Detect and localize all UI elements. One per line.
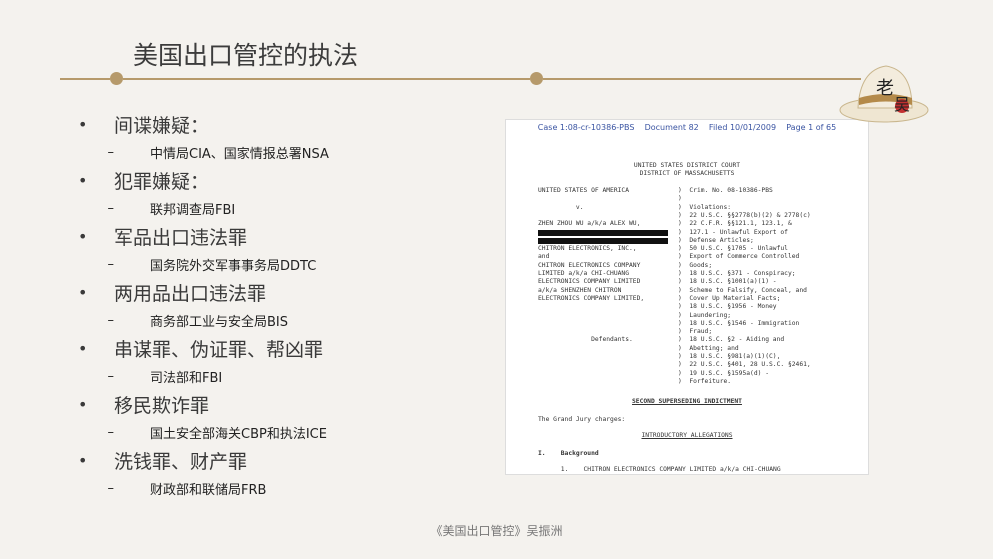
logo-char-wu: 吴 — [894, 95, 910, 114]
caption-right-line: ) 22 U.S.C. §401, 28 U.S.C. §2461, — [678, 361, 811, 369]
title-rule-right — [543, 78, 861, 80]
sub-bullet-text: 财政部和联储局FRB — [150, 482, 267, 498]
bullet-text: 军品出口违法罪 — [114, 226, 248, 249]
caption-left-line: UNITED STATES OF AMERICA — [538, 187, 629, 194]
sub-bullet-item: – 司法部和FBI — [72, 362, 492, 390]
bullet-item: • 间谍嫌疑： — [72, 110, 492, 138]
bullet-list: • 间谍嫌疑： – 中情局CIA、国家情报总署NSA • 犯罪嫌疑： – 联邦调查局FBI • 军… — [72, 110, 492, 502]
sub-bullet-item: – 国务院外交军事事务局DDTC — [72, 250, 492, 278]
sub-bullet-item: – 中情局CIA、国家情报总署NSA — [72, 138, 492, 166]
section-heading: I. Background — [538, 450, 599, 457]
caption-right-line: ) 50 U.S.C. §1705 - Unlawful — [678, 245, 788, 253]
caption-right-line: ) — [678, 195, 682, 203]
bullet-dot-icon: • — [78, 170, 88, 190]
caption-right-line: ) Violations: — [678, 203, 732, 211]
footer-credit: 《美国出口管控》吴振洲 — [430, 524, 563, 538]
caption-left-line: ELECTRONICS COMPANY LIMITED, — [538, 294, 645, 302]
bullet-item: • 犯罪嫌疑： — [72, 166, 492, 194]
caption-left-line: CHITRON ELECTRONICS COMPANY — [538, 261, 641, 269]
caption-left-line: and — [538, 253, 550, 261]
bullet-text: 犯罪嫌疑： — [114, 170, 210, 193]
caption-right-line: ) 22 C.F.R. §§121.1, 123.1, & — [678, 220, 792, 228]
caption-left-line: v. — [538, 203, 584, 211]
bullet-dot-icon: • — [78, 282, 88, 302]
caption-left-line: ELECTRONICS COMPANY LIMITED — [538, 278, 641, 286]
caption-left-line: CHITRON ELECTRONICS, INC., — [538, 245, 637, 253]
grand-jury-line: The Grand Jury charges: — [538, 416, 626, 423]
court-district: DISTRICT OF MASSACHUSETTS — [639, 170, 735, 177]
document-header: Case 1:08-cr-10386-PBS Document 82 Filed… — [537, 123, 837, 132]
indictment-title: SECOND SUPERSEDING INDICTMENT — [632, 398, 742, 405]
sub-bullet-dash-icon: – — [107, 368, 115, 384]
title-rule-mid — [123, 78, 530, 80]
caption-right-line: ) 18 U.S.C. §981(a)(1)(C), — [678, 353, 781, 360]
caption-right-line: ) Export of Commerce Controlled — [678, 253, 800, 261]
caption-right-line: ) 18 U.S.C. §1956 - Money — [678, 303, 777, 311]
bullet-dot-icon: • — [78, 394, 88, 414]
sub-bullet-dash-icon: – — [107, 312, 115, 328]
caption-left-line: a/k/a SHENZHEN CHITRON — [538, 286, 622, 294]
title-rule-left — [60, 78, 110, 80]
caption-left-line: Defendants. — [538, 336, 633, 344]
bullet-text: 移民欺诈罪 — [114, 394, 210, 417]
sub-bullet-text: 国土安全部海关CBP和执法ICE — [150, 426, 327, 442]
bullet-item: • 串谋罪、伪证罪、帮凶罪 — [72, 334, 492, 362]
indictment-document-image: Case 1:08-cr-10386-PBS Document 82 Filed… — [505, 119, 869, 475]
sub-bullet-dash-icon: – — [107, 424, 115, 440]
caption-right-line: ) Laundering; — [678, 311, 732, 319]
caption-right-line: ) 18 U.S.C. §2 - Aiding and — [678, 336, 785, 344]
bullet-dot-icon: • — [78, 450, 88, 470]
sub-bullet-text: 商务部工业与安全局BIS — [150, 314, 289, 330]
caption-right-line: ) 127.1 - Unlawful Export of — [678, 228, 788, 236]
caption-right-line: ) Fraud; — [678, 328, 713, 336]
sub-bullet-text: 司法部和FBI — [150, 370, 223, 386]
redaction-bar — [538, 238, 668, 244]
caption-left-line: ZHEN ZHOU WU a/k/a ALEX WU, — [538, 220, 641, 228]
sub-bullet-text: 中情局CIA、国家情报总署NSA — [150, 146, 329, 162]
slide-title: 美国出口管控的执法 — [133, 41, 359, 70]
sub-bullet-dash-icon: – — [107, 256, 115, 272]
caption-right-line: ) Goods; — [678, 261, 713, 269]
caption-right-line: ) Cover Up Material Facts; — [678, 294, 781, 302]
caption-right-line: ) 18 U.S.C. §1001(a)(1) - — [678, 278, 777, 286]
bullet-dot-icon: • — [78, 226, 88, 246]
bullet-dot-icon: • — [78, 338, 88, 358]
sub-bullet-dash-icon: – — [107, 480, 115, 496]
caption-right-line: ) Crim. No. 08-10386-PBS — [678, 187, 773, 194]
court-name: UNITED STATES DISTRICT COURT — [633, 162, 741, 169]
bullet-text: 串谋罪、伪证罪、帮凶罪 — [114, 338, 324, 361]
sub-bullet-item: – 联邦调查局FBI — [72, 194, 492, 222]
sub-bullet-item: – 商务部工业与安全局BIS — [72, 306, 492, 334]
paragraph-line: 1. CHITRON ELECTRONICS COMPANY LIMITED a… — [538, 466, 781, 473]
title-rule-dot-left — [110, 72, 123, 85]
sub-bullet-dash-icon: – — [107, 144, 115, 160]
caption-right-line: ) 18 U.S.C. §1546 - Immigration — [678, 319, 800, 327]
sub-bullet-dash-icon: – — [107, 200, 115, 216]
redaction-bar — [538, 230, 668, 236]
hat-logo-icon: 老 吴 — [839, 65, 929, 123]
bullet-text: 两用品出口违法罪 — [114, 282, 267, 305]
caption-right-line: ) Abetting; and — [678, 344, 739, 352]
caption-right-line: ) 19 U.S.C. §1595a(d) - — [678, 369, 769, 377]
bullet-text: 间谍嫌疑： — [114, 114, 210, 137]
caption-right-line: ) Forfeiture. — [678, 377, 732, 385]
caption-right-line: ) Scheme to Falsify, Conceal, and — [678, 286, 807, 294]
sub-bullet-text: 联邦调查局FBI — [150, 202, 236, 218]
sub-bullet-text: 国务院外交军事事务局DDTC — [150, 258, 317, 274]
sub-bullet-item: – 财政部和联储局FRB — [72, 474, 492, 502]
logo-char-lao: 老 — [876, 78, 894, 99]
sub-bullet-item: – 国土安全部海关CBP和执法ICE — [72, 418, 492, 446]
title-rule-dot-right — [530, 72, 543, 85]
bullet-dot-icon: • — [78, 114, 88, 134]
bullet-item: • 移民欺诈罪 — [72, 390, 492, 418]
caption-left-line: LIMITED a/k/a CHI-CHUANG — [538, 270, 629, 277]
caption-right-line: ) Defense Articles; — [678, 236, 754, 244]
bullet-text: 洗钱罪、财产罪 — [114, 450, 248, 473]
bullet-item: • 军品出口违法罪 — [72, 222, 492, 250]
bullet-item: • 两用品出口违法罪 — [72, 278, 492, 306]
caption-right-line: ) 18 U.S.C. §371 - Conspiracy; — [678, 270, 796, 277]
bullet-item: • 洗钱罪、财产罪 — [72, 446, 492, 474]
caption-right-line: ) 22 U.S.C. §§2778(b)(2) & 2778(c) — [678, 211, 811, 219]
intro-allegations-title: INTRODUCTORY ALLEGATIONS — [641, 432, 733, 439]
